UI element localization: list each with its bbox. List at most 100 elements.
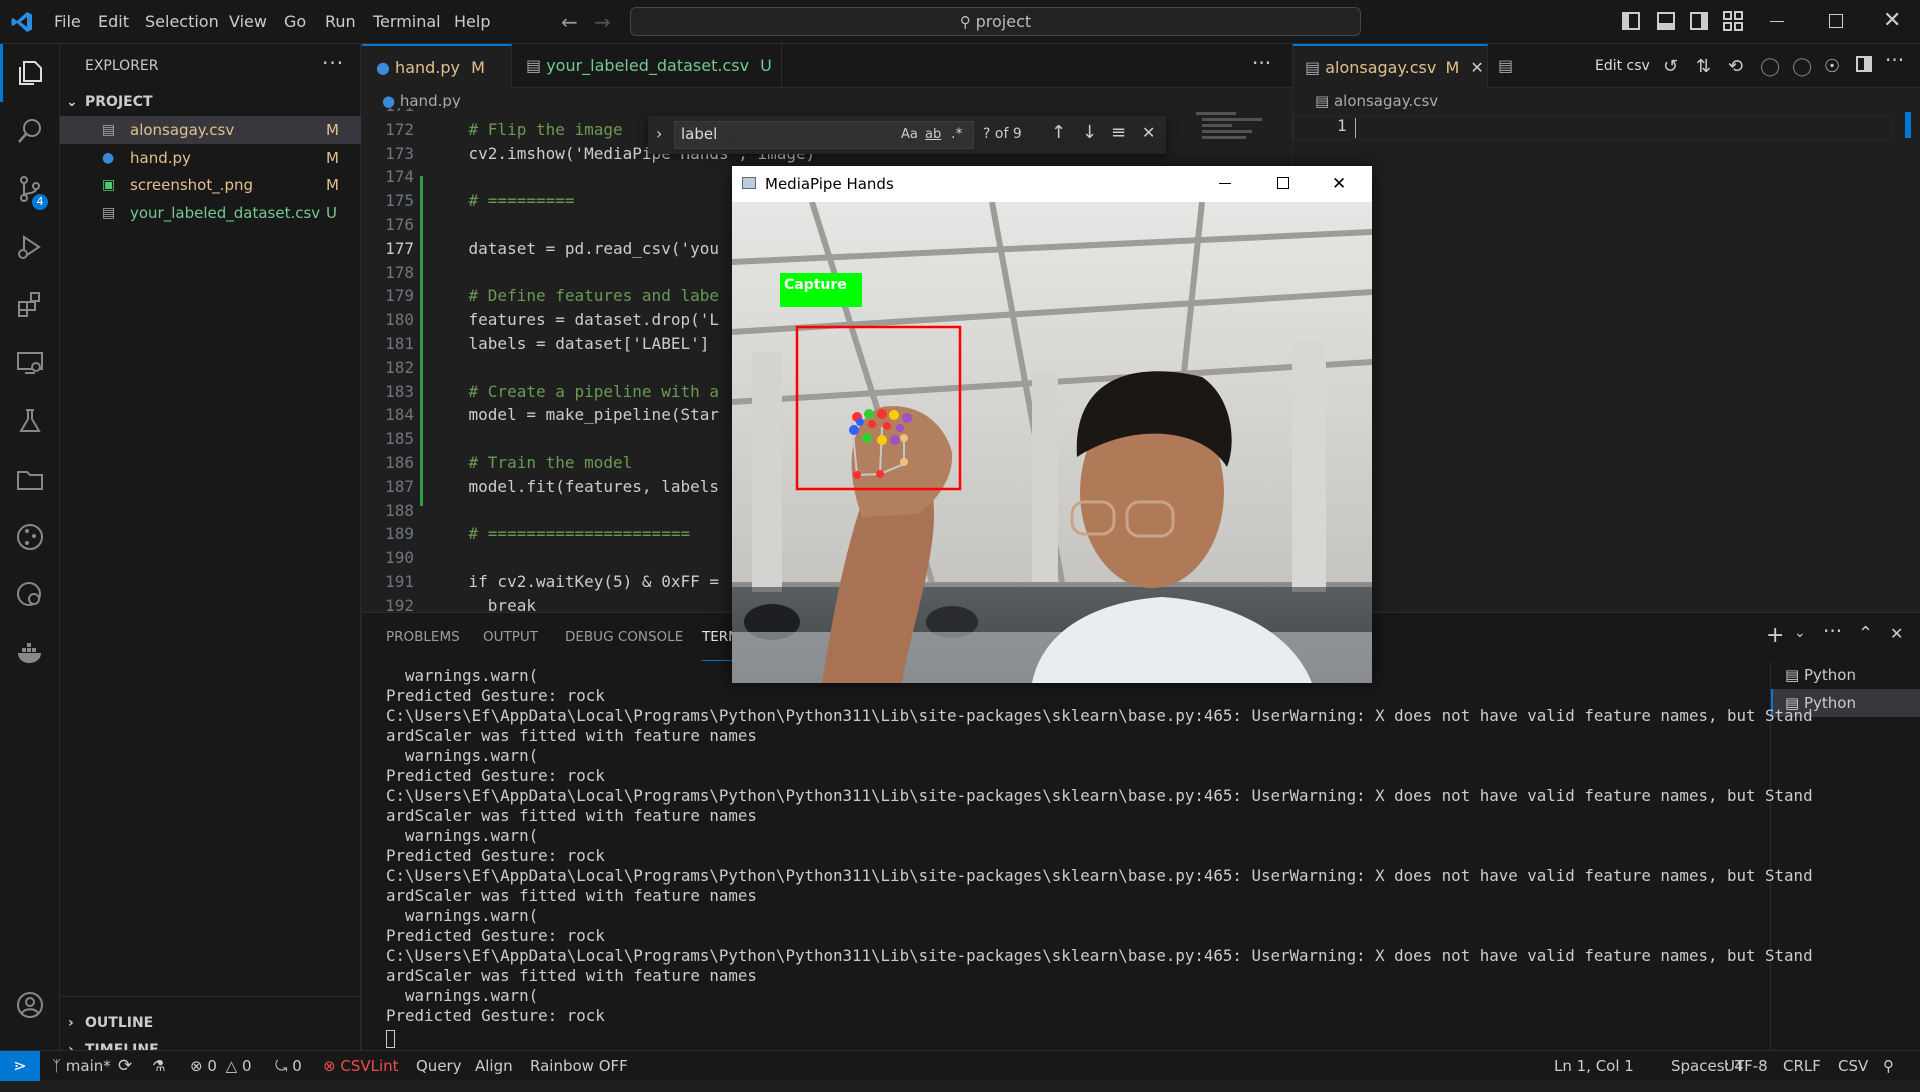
restore-icon[interactable] xyxy=(1829,14,1843,28)
tab-your-labeled-dataset[interactable]: ▤ your_labeled_dataset.csv U xyxy=(512,44,782,88)
ports-status[interactable]: ⤿ 0 xyxy=(275,1051,302,1081)
toggle-secondary-sidebar-icon[interactable] xyxy=(1690,12,1708,30)
folder-icon[interactable] xyxy=(0,450,60,508)
tab-hand-py[interactable]: ● hand.py M ✕ xyxy=(362,44,512,121)
account-icon[interactable] xyxy=(0,976,60,1034)
testing-flask-icon[interactable] xyxy=(0,392,60,450)
split-editor-icon[interactable] xyxy=(1856,56,1872,72)
open-changes-icon[interactable]: ⇅ xyxy=(1696,56,1711,77)
tab-problems[interactable]: PROBLEMS xyxy=(386,613,460,661)
previous-change-icon[interactable]: ◯ xyxy=(1760,56,1780,77)
toggle-replace-chevron-icon[interactable]: › xyxy=(656,124,662,143)
tab-output[interactable]: OUTPUT xyxy=(483,613,538,661)
next-match-arrow-icon[interactable]: ↓ xyxy=(1082,122,1097,143)
tab-debug-console[interactable]: DEBUG CONSOLE xyxy=(565,613,683,661)
menu-view[interactable]: View xyxy=(229,0,267,44)
new-terminal-plus-icon[interactable]: + xyxy=(1766,623,1784,648)
file-item[interactable]: ▤ alonsagay.csv M xyxy=(60,116,361,144)
tab-alonsagay-csv[interactable]: ▤ alonsagay.csv M ✕ xyxy=(1293,44,1488,88)
close-tab-icon[interactable]: ✕ xyxy=(1470,58,1483,77)
minimize-icon[interactable] xyxy=(1770,21,1784,22)
close-icon[interactable]: ✕ xyxy=(1332,166,1346,202)
back-arrow-icon[interactable]: ← xyxy=(561,10,581,34)
code-text: # Create a pipeline with a xyxy=(430,381,719,401)
git-graph-icon[interactable] xyxy=(0,508,60,566)
csv-editor[interactable]: ▤ alonsagay.csv 1 xyxy=(1292,88,1920,612)
end-of-line[interactable]: CRLF xyxy=(1783,1051,1821,1081)
find-in-selection-icon[interactable]: ≡ xyxy=(1111,122,1126,143)
editor-more-actions-icon[interactable]: ··· xyxy=(1252,44,1271,88)
toggle-panel-icon[interactable] xyxy=(1657,12,1675,30)
timeline-history-icon[interactable]: ↺ xyxy=(1663,56,1678,77)
toggle-primary-sidebar-icon[interactable] xyxy=(1622,12,1640,30)
file-item[interactable]: ▣ screenshot_.png M xyxy=(60,171,361,199)
minimize-icon[interactable] xyxy=(1219,183,1231,184)
menu-help[interactable]: Help xyxy=(454,0,490,44)
run-debug-icon[interactable] xyxy=(0,218,60,276)
csvlint-status[interactable]: ⊗ CSVLint xyxy=(323,1051,399,1081)
cursor-position[interactable]: Ln 1, Col 1 xyxy=(1554,1051,1634,1081)
forward-arrow-icon[interactable]: → xyxy=(594,10,614,34)
maximize-panel-chevron-up-icon[interactable]: ⌃ xyxy=(1858,623,1873,644)
panel-more-actions-icon[interactable]: ··· xyxy=(1823,619,1842,643)
image-file-icon: ▣ xyxy=(102,177,116,193)
terminal-output[interactable]: warnings.warn(Predicted Gesture: rock C:\… xyxy=(386,666,1813,1026)
query-button[interactable]: Query xyxy=(416,1051,462,1081)
customize-layout-icon[interactable] xyxy=(1723,11,1743,31)
source-control-icon[interactable]: 4 xyxy=(0,160,60,218)
menu-edit[interactable]: Edit xyxy=(98,0,129,44)
breadcrumb-file[interactable]: alonsagay.csv xyxy=(1334,92,1438,110)
close-find-icon[interactable]: ✕ xyxy=(1142,123,1155,142)
capture-label[interactable]: Capture xyxy=(784,277,847,293)
sync-icon[interactable]: ⟳ xyxy=(118,1051,132,1081)
scrollbar-thumb[interactable] xyxy=(1905,112,1911,138)
file-name: your_labeled_dataset.csv xyxy=(130,203,321,222)
menu-file[interactable]: File xyxy=(54,0,81,44)
file-item[interactable]: ▤ your_labeled_dataset.csv U xyxy=(60,199,361,227)
regex-icon[interactable]: .* xyxy=(951,126,962,142)
git-lens-icon[interactable]: ☉ xyxy=(1824,56,1840,77)
problems-status[interactable]: ⊗ 0 △ 0 xyxy=(190,1051,252,1081)
tab-your-labeled-dataset-right[interactable]: ▤ your_lab xyxy=(1488,44,1586,119)
encoding[interactable]: UTF-8 xyxy=(1724,1051,1768,1081)
mediapipe-titlebar[interactable]: MediaPipe Hands ✕ xyxy=(732,166,1372,202)
align-button[interactable]: Align xyxy=(475,1051,513,1081)
remote-explorer-icon[interactable] xyxy=(0,334,60,392)
terminal-dropdown-chevron-icon[interactable]: ⌄ xyxy=(1794,625,1806,641)
notifications-bell-icon[interactable]: ⚲ xyxy=(1883,1051,1894,1081)
explorer-icon[interactable] xyxy=(0,44,60,102)
search-activity-icon[interactable] xyxy=(0,102,60,160)
terminal-list-item[interactable]: ▤ Python xyxy=(1771,661,1920,689)
more-actions-icon[interactable]: ··· xyxy=(322,44,344,88)
menu-go[interactable]: Go xyxy=(284,0,306,44)
close-window-icon[interactable]: ✕ xyxy=(1883,8,1901,33)
branch-status[interactable]: ᛉ main* xyxy=(52,1051,111,1081)
project-section-header[interactable]: ⌄ PROJECT xyxy=(60,88,361,116)
menu-selection[interactable]: Selection xyxy=(145,0,219,44)
more-actions-icon[interactable]: ··· xyxy=(1885,48,1904,72)
revert-icon[interactable]: ⟲ xyxy=(1728,56,1743,77)
minimap[interactable] xyxy=(1192,108,1282,158)
edit-csv-button[interactable]: Edit csv xyxy=(1595,44,1650,88)
menu-terminal[interactable]: Terminal xyxy=(373,0,441,44)
git-graph-status-icon[interactable]: ⚗ xyxy=(152,1051,165,1081)
match-case-icon[interactable]: Aa xyxy=(901,127,918,142)
remote-indicator-icon[interactable]: ⋗ xyxy=(0,1051,40,1081)
mediapipe-window[interactable]: MediaPipe Hands ✕ Capture xyxy=(732,166,1372,683)
menu-run[interactable]: Run xyxy=(325,0,356,44)
previous-match-arrow-icon[interactable]: ↑ xyxy=(1051,122,1066,143)
close-panel-icon[interactable]: ✕ xyxy=(1890,624,1903,643)
language-mode[interactable]: CSV xyxy=(1838,1051,1868,1081)
next-change-icon[interactable]: ◯ xyxy=(1792,56,1812,77)
match-whole-word-icon[interactable]: ab xyxy=(925,127,941,142)
timeline-search-icon[interactable] xyxy=(0,566,60,624)
file-item[interactable]: ● hand.py M xyxy=(60,144,361,172)
extensions-icon[interactable] xyxy=(0,276,60,334)
outline-section[interactable]: › OUTLINE xyxy=(60,1009,361,1037)
maximize-icon[interactable] xyxy=(1277,177,1289,189)
docker-icon[interactable] xyxy=(0,624,60,682)
rainbow-toggle[interactable]: Rainbow OFF xyxy=(530,1051,628,1081)
command-center-search[interactable]: ⚲ project xyxy=(630,7,1361,36)
csv-file-icon: ▤ xyxy=(1315,92,1334,110)
find-input[interactable]: label Aa ab .* xyxy=(674,121,974,149)
